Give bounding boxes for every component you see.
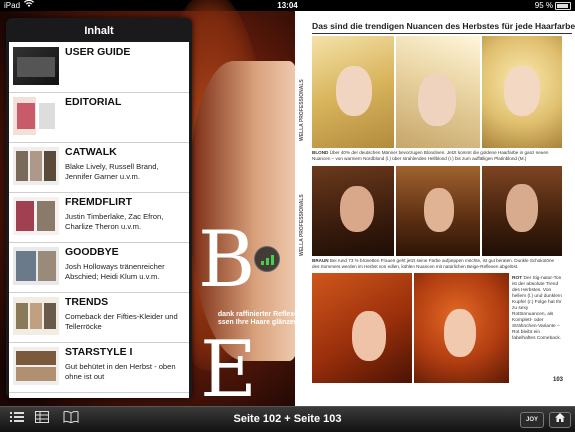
toc-thumbnail [13,347,59,385]
toc-item-heading: EDITORIAL [65,96,122,108]
toc-item-subtitle: Justin Timberlake, Zac Efron, Charlize T… [65,212,164,231]
page-indicator: Seite 102 + Seite 103 [233,413,342,425]
big-letter-e: E [200,325,257,415]
toc-item-subtitle: Comeback der Fifties-Kleider und Tellerr… [65,312,178,331]
battery-icon [555,2,571,10]
caption-rot-heading: ROT [512,276,523,281]
toc-item-heading: CATWALK [65,146,117,158]
right-page[interactable]: Das sind die trendigen Nuancen des Herbs… [295,11,575,406]
home-icon[interactable] [549,412,571,428]
photo-brunette-1 [312,166,394,256]
toc-thumbnail [13,247,59,285]
clock: 13:04 [277,1,298,10]
toc-item-heading: USER GUIDE [65,46,131,58]
photo-blond-1 [312,36,394,148]
bottom-toolbar: Seite 102 + Seite 103 JOY [0,406,575,432]
photo-brunette-3 [482,166,562,256]
article-title: Das sind die trendigen Nuancen des Herbs… [312,21,575,34]
toc-thumbnail [13,97,59,135]
status-bar: iPad 13:04 95 % [0,0,575,11]
toc-item-user-guide[interactable]: USER GUIDE [9,42,189,93]
caption-blond-text: Über 40% der deutschen Männer bevorzugen… [312,150,549,161]
toc-title: Inhalt [84,25,114,37]
toc-item-catwalk[interactable]: CATWALK Blake Lively, Russell Brand, Jen… [9,142,189,193]
caption-rot-text: Der Sig-natur-Ton ist der absolute Trend… [512,276,562,341]
toc-item-goodbye[interactable]: GOODBYE Josh Holloways tränenreicher Abs… [9,242,189,293]
brand-label-1: WELLA PROFESSIONALS [299,79,305,141]
caption-rot: ROT Der Sig-natur-Ton ist der absolute T… [512,276,562,342]
toc-item-heading: STARSTYLE I [65,346,133,358]
toc-item-fremdflirt[interactable]: FREMDFLIRT Justin Timberlake, Zac Efron,… [9,192,189,243]
caption-braun-text: Bei rund 73 % brünetten Frauen geht jetz… [312,258,555,269]
toc-item-subtitle: Blake Lively, Russell Brand, Jennifer Ga… [65,162,159,181]
page-number: 103 [552,377,563,383]
photo-red-1 [312,273,412,383]
caption-braun: BRAUN Bei rund 73 % brünetten Frauen geh… [312,258,562,269]
signal-bars-icon [260,255,275,271]
photo-blond-3 [482,36,562,148]
stats-button[interactable] [254,246,280,272]
toc-thumbnail [13,297,59,335]
photo-brunette-2 [396,166,480,256]
toc-item-heading: GOODBYE [65,246,119,258]
big-letter-b: B [198,215,256,305]
toc-item-starstyle[interactable]: STARSTYLE I Gut behütet in den Herbst - … [9,342,189,393]
toc-popover[interactable]: Inhalt USER GUIDE EDITORIAL CATWALK Blak… [6,18,192,398]
toc-thumbnail [13,147,59,185]
toc-list[interactable]: USER GUIDE EDITORIAL CATWALK Blake Livel… [9,42,189,398]
photo-red-2 [414,273,509,383]
toc-item-trends[interactable]: TRENDS Comeback der Fifties-Kleider und … [9,292,189,343]
tagline-line-1: dank raffinierter Reflexe [217,311,298,318]
toc-item-subtitle: Gut behütet in den Herbst - oben ohne is… [65,362,176,381]
brand-label-2: WELLA PROFESSIONALS [299,194,305,256]
caption-blond-heading: BLOND [312,150,329,155]
toc-item-editorial[interactable]: EDITORIAL [9,92,189,143]
battery-percent: 95 % [534,1,553,10]
toc-item-subtitle: Josh Holloways tränenreicher Abschied; H… [65,262,165,281]
toc-item-heading: FREMDFLIRT [65,196,133,208]
toc-thumbnail [13,47,59,85]
joy-logo-button[interactable]: JOY [520,412,544,428]
photo-blond-2 [396,36,480,148]
caption-blond: BLOND Über 40% der deutschen Männer bevo… [312,150,562,161]
toc-item-heading: TRENDS [65,296,109,308]
toc-thumbnail [13,197,59,235]
caption-braun-heading: BRAUN [312,258,329,263]
